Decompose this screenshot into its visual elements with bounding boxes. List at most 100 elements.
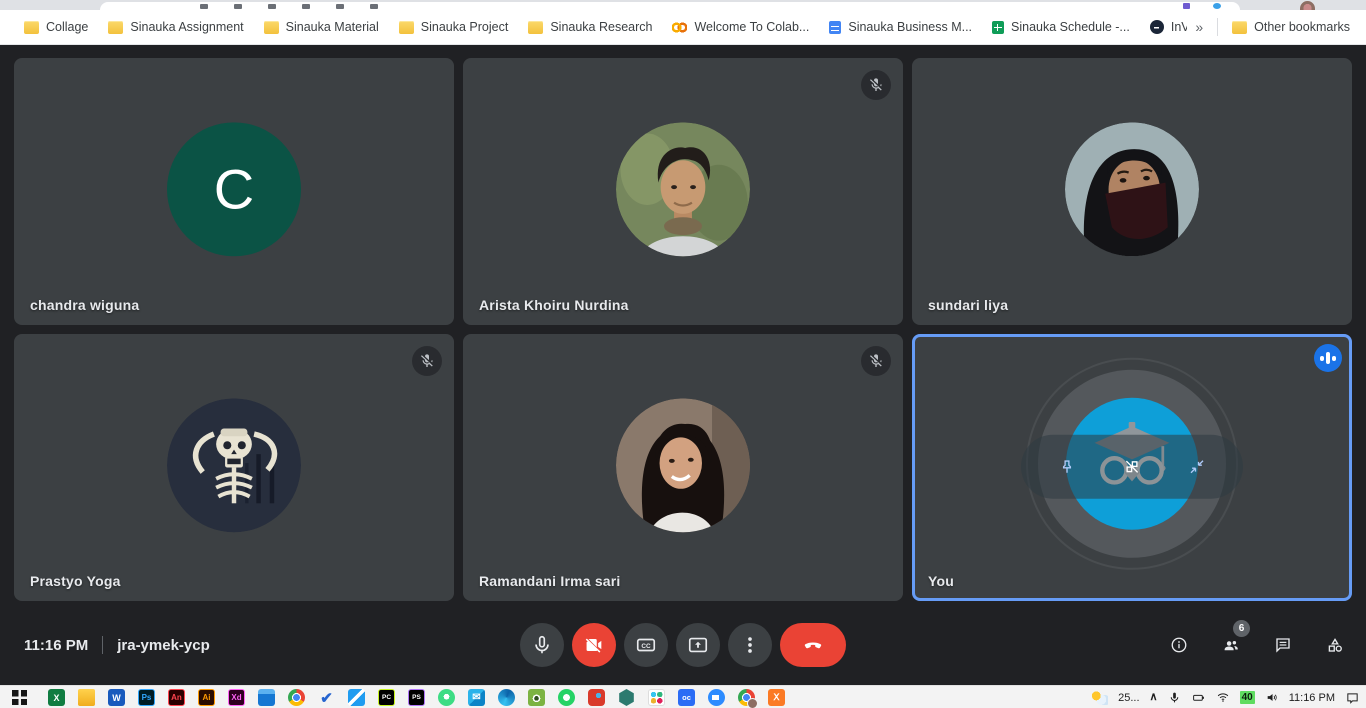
taskbar-app-chrome[interactable] <box>288 689 305 706</box>
taskbar-app-slack[interactable] <box>648 689 665 706</box>
system-tray: 25... ∧ 40 11:16 PM <box>1090 691 1360 705</box>
present-screen-button[interactable] <box>676 623 720 667</box>
taskbar-app-illustrator[interactable]: Ai <box>198 689 215 706</box>
taskbar-app-animate[interactable]: An <box>168 689 185 706</box>
extension-icon[interactable] <box>1213 3 1221 9</box>
taskbar-app-calendar[interactable] <box>258 689 275 706</box>
end-call-button[interactable] <box>780 623 846 667</box>
more-options-button[interactable] <box>728 623 772 667</box>
bookmark-item[interactable]: Collage <box>16 16 96 38</box>
start-button[interactable] <box>12 690 27 705</box>
video-tile-prastyo[interactable]: Prastyo Yoga <box>14 334 454 601</box>
bookmark-label: Sinauka Business M... <box>848 20 972 34</box>
taskbar-app-whatsapp[interactable] <box>558 689 575 706</box>
camera-off-button[interactable] <box>572 623 616 667</box>
bookmark-item[interactable]: Sinauka Project <box>391 16 517 38</box>
bookmark-item[interactable]: Sinauka Research <box>520 16 660 38</box>
meeting-code: jra-ymek-ycp <box>117 637 210 654</box>
bookmarks-bar-right: » Other bookmarks <box>1187 16 1358 38</box>
avatar-photo <box>616 398 750 532</box>
address-bar-text-fragment <box>200 4 378 9</box>
video-tile-you[interactable]: You <box>912 334 1352 601</box>
taskbar-app-adobe-xd[interactable]: Xd <box>228 689 245 706</box>
bookmark-item[interactable]: Sinauka Material <box>256 16 387 38</box>
taskbar-app-file-explorer[interactable] <box>78 689 95 706</box>
weather-temp[interactable]: 25... <box>1118 692 1139 704</box>
tray-expand-chevron[interactable]: ∧ <box>1150 690 1158 703</box>
participant-name: Arista Khoiru Nurdina <box>479 297 629 313</box>
video-tile-ramandani[interactable]: Ramandani Irma sari <box>463 334 903 601</box>
bookmark-item[interactable]: Welcome To Colab... <box>664 16 817 38</box>
taskbar-app-excel[interactable]: X <box>48 689 65 706</box>
taskbar-app-origami-app[interactable] <box>588 689 605 706</box>
taskbar-apps: X W Ps An Ai Xd ✔ PC <box>48 689 1077 706</box>
bookmarks-bar: Collage Sinauka Assignment Sinauka Mater… <box>0 10 1366 45</box>
bookmark-item[interactable]: InVision <box>1142 16 1187 38</box>
bookmark-label: Welcome To Colab... <box>694 20 809 34</box>
video-tile-chandra-wiguna[interactable]: C chandra wiguna <box>14 58 454 325</box>
pin-tile-button[interactable] <box>1052 451 1082 481</box>
mic-toggle-button[interactable] <box>520 623 564 667</box>
participants-count-badge: 6 <box>1233 620 1250 637</box>
bookmark-folder-icon <box>528 21 543 34</box>
bookmark-label: Collage <box>46 20 88 34</box>
browser-topbar <box>0 0 1366 10</box>
taskbar-app-opencart[interactable]: oc <box>678 689 695 706</box>
bookmark-item[interactable]: Sinauka Assignment <box>100 16 251 38</box>
bookmarks-overflow-button[interactable]: » <box>1187 17 1211 37</box>
taskbar-app-hexagon-app[interactable] <box>618 689 635 706</box>
bookmark-folder-icon <box>992 21 1004 34</box>
avatar <box>616 398 750 532</box>
taskbar-app-photoshop[interactable]: Ps <box>138 689 155 706</box>
exit-fullscreen-icon[interactable] <box>1182 451 1212 481</box>
other-bookmarks-button[interactable]: Other bookmarks <box>1224 16 1358 38</box>
taskbar-app-emulator-camera[interactable] <box>528 689 545 706</box>
taskbar-app-mail[interactable]: ✉ <box>468 689 485 706</box>
taskbar-app-pycharm[interactable]: PC <box>378 689 395 706</box>
call-controls: CC <box>520 623 846 667</box>
taskbar-app-phpstorm[interactable]: PS <box>408 689 425 706</box>
bookmark-label: Sinauka Material <box>286 20 379 34</box>
mic-muted-icon <box>861 346 891 376</box>
remove-tile-icon[interactable] <box>1117 451 1147 481</box>
clock-text: 11:16 PM <box>24 637 88 654</box>
video-tile-sundari[interactable]: sundari liya <box>912 58 1352 325</box>
avatar <box>167 398 301 532</box>
tray-mic-icon[interactable] <box>1168 691 1181 704</box>
captions-button[interactable]: CC <box>624 623 668 667</box>
avatar-photo <box>616 122 750 256</box>
taskbar-app-chrome-profile[interactable] <box>738 689 755 706</box>
taskbar-app-todo-check[interactable]: ✔ <box>318 689 335 706</box>
video-tile-arista[interactable]: Arista Khoiru Nurdina <box>463 58 903 325</box>
action-center-icon[interactable] <box>1345 691 1360 705</box>
other-bookmarks-label: Other bookmarks <box>1254 20 1350 34</box>
bookmark-item[interactable]: Sinauka Business M... <box>821 16 980 38</box>
taskbar-clock[interactable]: 11:16 PM <box>1289 692 1335 704</box>
extension-icon[interactable] <box>1183 3 1190 9</box>
participant-name: You <box>928 573 954 589</box>
divider <box>102 636 103 654</box>
taskbar-app-edge[interactable] <box>498 689 515 706</box>
tray-wifi-icon[interactable] <box>1216 691 1230 704</box>
taskbar-app-xampp[interactable]: ꓫ <box>768 689 785 706</box>
taskbar-app-android-emulator[interactable] <box>438 689 455 706</box>
windows-taskbar: X W Ps An Ai Xd ✔ PC <box>0 685 1366 708</box>
weather-icon[interactable] <box>1090 691 1108 705</box>
bookmark-label: Sinauka Research <box>550 20 652 34</box>
browser-profile-avatar[interactable] <box>1300 1 1315 10</box>
battery-percent-badge[interactable]: 40 <box>1240 691 1255 704</box>
bookmark-item[interactable]: Sinauka Schedule -... <box>984 16 1138 38</box>
meeting-panels-right: 6 <box>1164 630 1350 660</box>
participants-button[interactable]: 6 <box>1216 630 1246 660</box>
tray-volume-icon[interactable] <box>1265 691 1279 704</box>
tray-battery-icon[interactable] <box>1191 691 1206 704</box>
mic-muted-icon <box>412 346 442 376</box>
taskbar-app-zoom[interactable] <box>708 689 725 706</box>
svg-text:CC: CC <box>641 643 651 650</box>
activities-button[interactable] <box>1320 630 1350 660</box>
chat-button[interactable] <box>1268 630 1298 660</box>
bookmark-folder-icon <box>399 21 414 34</box>
taskbar-app-word[interactable]: W <box>108 689 125 706</box>
meeting-details-button[interactable] <box>1164 630 1194 660</box>
taskbar-app-vscode[interactable] <box>348 689 365 706</box>
